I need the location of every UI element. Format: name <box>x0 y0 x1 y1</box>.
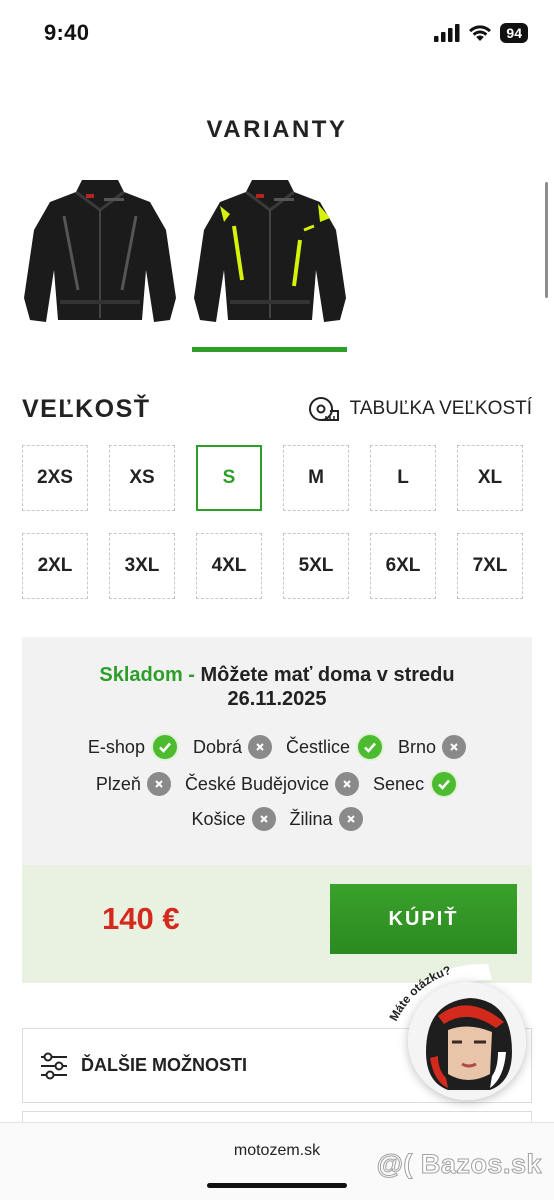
size-title: VEĽKOSŤ <box>22 395 151 423</box>
unavailable-x-icon <box>251 807 276 831</box>
selected-variant-indicator <box>192 347 347 352</box>
size-option-3xl[interactable]: 3XL <box>109 533 175 599</box>
jacket-image <box>24 180 176 322</box>
store-row: Košice Žilina <box>22 807 532 831</box>
store-name: České Budějovice <box>184 773 330 794</box>
availability-heading: Skladom - Môžete mať doma v stredu 26.11… <box>22 663 532 711</box>
available-check-icon <box>356 733 385 761</box>
store-name: E-shop <box>87 736 145 757</box>
watermark: @( Bazos.sk <box>376 1149 542 1180</box>
store-item: Dobrá <box>193 735 272 759</box>
browser-bottom-bar: motozem.sk @( Bazos.sk <box>0 1122 554 1200</box>
unavailable-x-icon <box>338 807 363 831</box>
store-name: Brno <box>398 736 437 757</box>
battery-indicator: 94 <box>500 23 528 43</box>
measuring-tape-icon <box>308 397 339 421</box>
stock-status: Skladom - <box>99 664 195 686</box>
unavailable-x-icon <box>442 735 467 759</box>
variant-black-fluo-jacket[interactable] <box>190 170 350 340</box>
size-option-2xs[interactable]: 2XS <box>22 445 88 511</box>
support-avatar <box>408 982 526 1100</box>
unavailable-x-icon <box>248 735 272 759</box>
store-item: Čestlice <box>286 733 385 761</box>
store-item: E-shop <box>88 733 179 761</box>
available-check-icon <box>150 733 179 761</box>
store-name: Plzeň <box>95 773 141 794</box>
store-item: Plzeň <box>96 772 171 796</box>
home-indicator[interactable] <box>207 1183 347 1188</box>
jacket-image <box>194 180 346 322</box>
store-name: Žilina <box>289 808 333 829</box>
size-option-xs[interactable]: XS <box>109 445 175 511</box>
size-option-5xl[interactable]: 5XL <box>283 533 349 599</box>
store-row: Plzeň České Budějovice Senec <box>22 770 532 798</box>
size-table-link[interactable]: TABUĽKA VEĽKOSTÍ <box>308 396 532 422</box>
status-time: 9:40 <box>44 20 90 45</box>
helmet-avatar-icon <box>408 982 526 1100</box>
delivery-message: Môžete mať doma v stredu <box>200 664 455 686</box>
unavailable-x-icon <box>335 772 360 796</box>
sliders-icon <box>41 1052 67 1079</box>
store-item: České Budějovice <box>184 772 360 796</box>
store-item: Brno <box>398 735 467 759</box>
buy-button[interactable]: KÚPIŤ <box>330 884 517 954</box>
availability-box: Skladom - Môžete mať doma v stredu 26.11… <box>22 637 532 865</box>
size-option-7xl[interactable]: 7XL <box>457 533 523 599</box>
help-chat-widget[interactable]: Máte otázku? <box>378 958 528 1103</box>
variants-title: VARIANTY <box>206 116 348 143</box>
size-option-6xl[interactable]: 6XL <box>370 533 436 599</box>
size-option-2xl[interactable]: 2XL <box>22 533 88 599</box>
store-row: E-shop Dobrá Čestlice Brno <box>22 733 532 761</box>
store-name: Dobrá <box>192 736 242 757</box>
store-item: Košice <box>191 807 276 831</box>
store-name: Čestlice <box>286 736 351 757</box>
signal-icon <box>434 24 460 42</box>
store-name: Senec <box>373 773 425 794</box>
available-check-icon <box>430 770 459 798</box>
store-item: Žilina <box>290 807 363 831</box>
price: 140 € <box>102 901 180 936</box>
status-bar: 9:40 94 <box>0 0 554 70</box>
unavailable-x-icon <box>146 772 171 796</box>
size-option-s[interactable]: S <box>196 445 262 511</box>
store-item: Senec <box>373 770 459 798</box>
size-table-label: TABUĽKA VEĽKOSTÍ <box>349 398 532 419</box>
scroll-indicator[interactable] <box>545 182 548 298</box>
more-options-label: ĎALŠIE MOŽNOSTI <box>81 1055 247 1075</box>
size-option-m[interactable]: M <box>283 445 349 511</box>
size-option-xl[interactable]: XL <box>457 445 523 511</box>
delivery-date: 26.11.2025 <box>227 688 327 710</box>
size-option-4xl[interactable]: 4XL <box>196 533 262 599</box>
wifi-icon <box>469 25 492 41</box>
store-name: Košice <box>191 808 246 829</box>
status-icons: 94 <box>434 23 528 43</box>
size-option-l[interactable]: L <box>370 445 436 511</box>
variant-black-jacket[interactable] <box>20 170 180 340</box>
